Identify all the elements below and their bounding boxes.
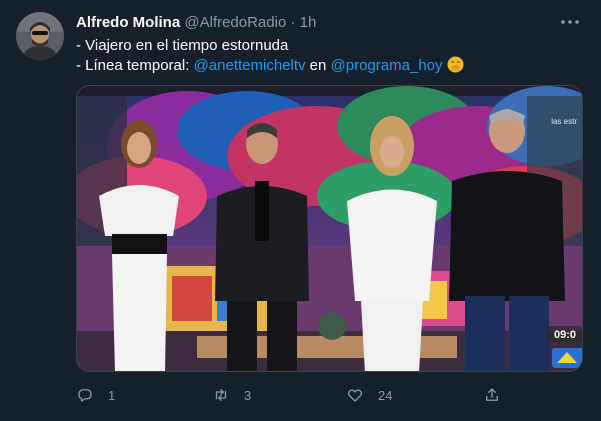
more-icon: [561, 20, 579, 24]
like-button[interactable]: 24: [346, 381, 392, 409]
author-name[interactable]: Alfredo Molina: [76, 14, 180, 31]
tv-studio-photo: las estr 09:0: [77, 86, 582, 371]
clock-overlay: 09:0: [554, 329, 576, 341]
tweet-text-line-1: - Viajero en el tiempo estornuda: [76, 37, 289, 54]
reply-button[interactable]: 1: [76, 381, 115, 409]
watermark-text: las estr: [551, 117, 577, 126]
tweet-text: - Viajero en el tiempo estornuda - Línea…: [76, 36, 464, 76]
share-button[interactable]: [483, 381, 501, 409]
like-count: 24: [378, 387, 393, 403]
retweet-button[interactable]: 3: [212, 381, 251, 409]
tweet-photo[interactable]: las estr 09:0: [76, 85, 583, 372]
tweet-header: Alfredo Molina @AlfredoRadio · 1h: [76, 13, 316, 33]
text-prefix: - Línea temporal:: [76, 57, 194, 74]
more-options-button[interactable]: [558, 12, 582, 32]
author-handle[interactable]: @AlfredoRadio: [184, 14, 286, 31]
avatar[interactable]: [16, 12, 64, 60]
avatar-image: [16, 12, 64, 60]
tweet-card[interactable]: Alfredo Molina @AlfredoRadio · 1h - Viaj…: [0, 0, 601, 421]
mention-anettemicheltv[interactable]: @anettemicheltv: [194, 57, 306, 74]
text-connector: en: [305, 57, 331, 74]
tweet-actions: 1 3 24: [76, 381, 516, 409]
heart-icon: [347, 389, 363, 402]
reply-count: 1: [108, 387, 116, 403]
timestamp[interactable]: 1h: [300, 14, 317, 31]
tweet-text-line-2: - Línea temporal: @anettemicheltv en @pr…: [76, 56, 464, 76]
mention-programa-hoy[interactable]: @programa_hoy: [331, 57, 443, 74]
retweet-icon: [215, 389, 227, 401]
separator-dot: ·: [290, 14, 296, 31]
share-icon: [486, 388, 498, 401]
retweet-count: 3: [244, 387, 252, 403]
face-with-hand-over-mouth-icon: [447, 56, 464, 73]
reply-icon: [78, 389, 92, 402]
